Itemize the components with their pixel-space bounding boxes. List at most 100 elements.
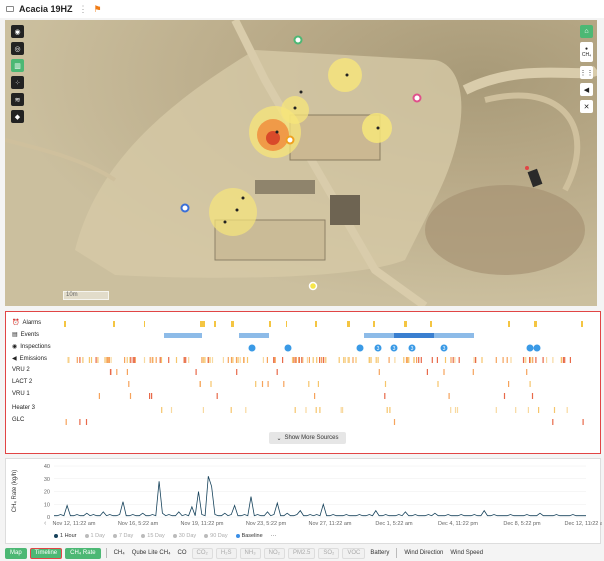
bottom-toolbar: Map Timeline CH₄ Rate CH₄ Qube Lite CH₄ … <box>0 545 604 561</box>
gas-qube-lite-ch4-button[interactable]: Qube Lite CH₄ <box>130 548 173 559</box>
top-bar: Acacia 19HZ ⋮ ⚑ <box>0 0 604 18</box>
row-label: VRU 2 <box>12 367 30 373</box>
series-1-hour-line <box>54 476 586 517</box>
timeline-row-alarms[interactable]: ⏰ Alarms <box>6 318 602 330</box>
grid-icon[interactable]: ⋮⋮ <box>580 66 594 79</box>
x-tick-label: Nov 27, 11:22 am <box>308 521 351 527</box>
y-tick-label: 20 <box>44 490 50 496</box>
events-track <box>164 333 474 338</box>
vru2-track <box>109 369 528 375</box>
wind-speed-button[interactable]: Wind Speed <box>448 548 485 559</box>
inspection-count: 3 <box>377 346 380 352</box>
row-label: VRU 1 <box>12 391 30 397</box>
x-tick-label: Nov 12, 11:22 am <box>52 521 95 527</box>
camera-icon[interactable]: ◀ <box>580 83 593 96</box>
timeline-button[interactable]: Timeline <box>29 547 63 559</box>
gas-h2s-button[interactable]: H₂S <box>215 547 237 559</box>
wind-direction-button[interactable]: Wind Direction <box>402 548 445 559</box>
more-options-icon[interactable]: ··· <box>271 533 277 539</box>
legend-30-day[interactable]: 30 Day <box>172 533 197 539</box>
vru1-track <box>98 393 534 399</box>
gas-voc-button[interactable]: VOC <box>342 547 366 559</box>
calendar-icon: ▤ <box>12 332 18 338</box>
layers-icon[interactable]: ◆ <box>11 110 24 123</box>
legend-1-day[interactable]: 1 Day <box>84 533 105 539</box>
ch4-rate-plot: CH₄ Rate (kg/h) 40 30 20 10 0Nov 12, 11:22 am… <box>12 464 604 527</box>
ch4-label: CH₄ <box>581 52 592 58</box>
show-more-sources-button[interactable]: ⌄ Show More Sources <box>269 432 346 444</box>
home-icon[interactable]: ⌂ <box>580 25 593 38</box>
y-tick-label: 30 <box>44 477 50 483</box>
inspection-count: 3 <box>411 346 414 352</box>
building-icon[interactable]: ▥ <box>11 59 24 72</box>
timeline-row-events[interactable]: ▤ Events <box>6 330 602 342</box>
y-tick-label: 40 <box>44 464 50 470</box>
show-more-label: Show More Sources <box>284 435 339 441</box>
device-icon <box>6 6 14 12</box>
x-tick-label: Dec 8, 5:22 pm <box>503 521 541 527</box>
y-tick-label: 0 <box>47 515 50 521</box>
legend-label: 1 Hour <box>60 533 77 539</box>
legend-7-day[interactable]: 7 Day <box>112 533 133 539</box>
x-tick-label: Nov 16, 5:22 am <box>118 521 159 527</box>
legend-baseline[interactable]: Baseline <box>235 533 263 539</box>
row-label: Alarms <box>22 319 42 326</box>
inspection-count: 3 <box>443 346 446 352</box>
timeline-row-vru1[interactable]: VRU 1 <box>6 390 602 402</box>
timeline-row-emissions[interactable]: ◀ Emissions <box>6 354 602 366</box>
row-label: LACT 2 <box>12 379 33 385</box>
satellite-map[interactable]: ◉ ◎ ▥ ⁘ ≋ ◆ ⌂ ● CH₄ ⋮⋮ ◀ ✕ 10m <box>5 20 597 306</box>
row-label: Events <box>20 331 40 338</box>
gas-ch4-button[interactable]: CH₄ <box>112 548 127 559</box>
legend-label: 1 Day <box>90 533 105 539</box>
timeline-row-inspections[interactable]: ◉ Inspections 3 3 3 3 <box>6 342 602 354</box>
row-label: Heater 3 <box>12 405 36 411</box>
map-left-toolbar: ◉ ◎ ▥ ⁘ ≋ ◆ <box>11 25 24 123</box>
legend-label: 30 Day <box>178 533 197 539</box>
row-label: Inspections <box>20 343 51 350</box>
chevron-left-icon: ‹ <box>44 520 47 527</box>
divider <box>396 548 398 558</box>
divider <box>105 548 107 558</box>
timeline-row-vru2[interactable]: VRU 2 <box>6 366 602 378</box>
glc-track <box>65 419 584 425</box>
site-name: Acacia 19HZ <box>19 4 73 14</box>
gas-nh3-button[interactable]: NH₃ <box>239 547 261 559</box>
y-tick-label: 10 <box>44 502 50 508</box>
legend-label: 15 Day <box>147 533 165 539</box>
drone-icon[interactable]: ✕ <box>580 100 593 113</box>
map-graphics <box>5 20 597 306</box>
compass-icon[interactable]: ◉ <box>11 25 24 38</box>
legend-15-day[interactable]: 15 Day <box>141 533 165 539</box>
legend-label: 90 Day <box>210 533 228 539</box>
legend-90-day[interactable]: 90 Day <box>204 533 228 539</box>
eye-icon: ◉ <box>12 344 18 350</box>
inspections-track: 3 3 3 3 <box>248 344 541 352</box>
wells-icon[interactable]: ⁘ <box>11 76 24 89</box>
speaker-icon: ◀ <box>12 356 17 362</box>
timeline-row-heater3[interactable]: Heater 3 <box>6 404 602 416</box>
ch4-rate-button[interactable]: CH₄ Rate <box>65 547 101 559</box>
timeline-row-lact2[interactable]: LACT 2 <box>6 378 602 390</box>
x-tick-label: Dec 4, 11:22 pm <box>438 521 478 527</box>
heater3-track <box>161 407 568 413</box>
methane-icon[interactable]: ● CH₄ <box>580 42 593 62</box>
battery-button[interactable]: Battery <box>368 548 391 559</box>
target-icon[interactable]: ◎ <box>11 42 24 55</box>
lact2-track <box>128 381 531 387</box>
wind-icon[interactable]: ≋ <box>11 93 24 106</box>
gas-so2-button[interactable]: SO₂ <box>318 547 340 559</box>
map-button[interactable]: Map <box>5 547 27 559</box>
row-label: Emissions <box>19 355 47 362</box>
timeline-panel: ⏰ Alarms ▤ Events ◉ Inspections 3 3 3 3 ◀ Emiss… <box>5 311 601 454</box>
gas-pm25-button[interactable]: PM2.5 <box>288 547 316 559</box>
timeline-row-glc[interactable]: GLC <box>6 416 602 428</box>
x-tick-label: Dec 12, 11:22 am <box>564 521 602 527</box>
legend-1-hour[interactable]: 1 Hour <box>54 533 77 539</box>
flag-icon[interactable]: ⚑ <box>94 4 102 15</box>
gas-co-button[interactable]: CO <box>176 548 189 559</box>
gas-co2-button[interactable]: CO₂ <box>191 547 213 559</box>
kebab-icon[interactable]: ⋮ <box>79 4 88 15</box>
gas-no2-button[interactable]: NO₂ <box>263 547 285 559</box>
x-tick-label: Nov 19, 11:22 pm <box>180 521 223 527</box>
